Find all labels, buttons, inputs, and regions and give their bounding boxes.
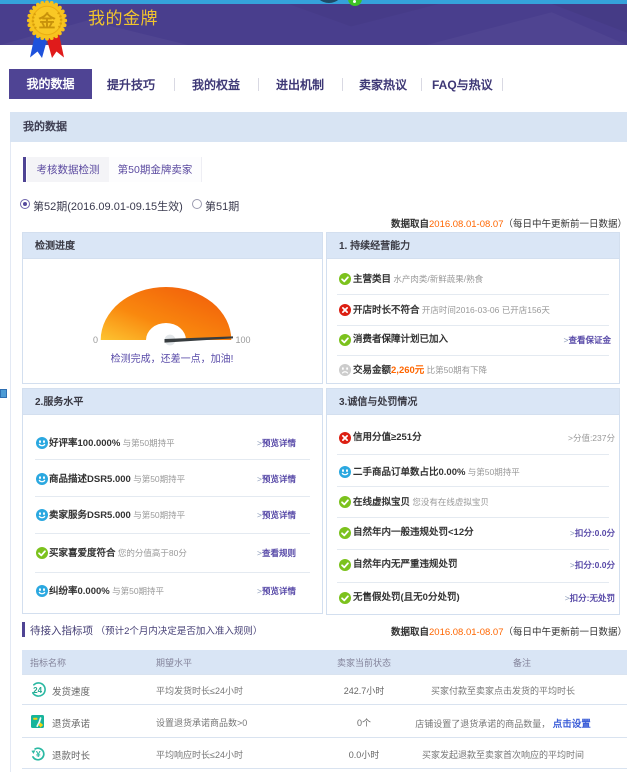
svg-text:金: 金 — [38, 11, 57, 31]
svg-text:100: 100 — [236, 335, 251, 345]
svg-text:¥: ¥ — [36, 749, 41, 759]
svg-text:24: 24 — [33, 686, 42, 695]
svg-text:0: 0 — [93, 335, 98, 345]
svg-text:检测完成，还差一点，加油!: 检测完成，还差一点，加油! — [111, 352, 234, 365]
